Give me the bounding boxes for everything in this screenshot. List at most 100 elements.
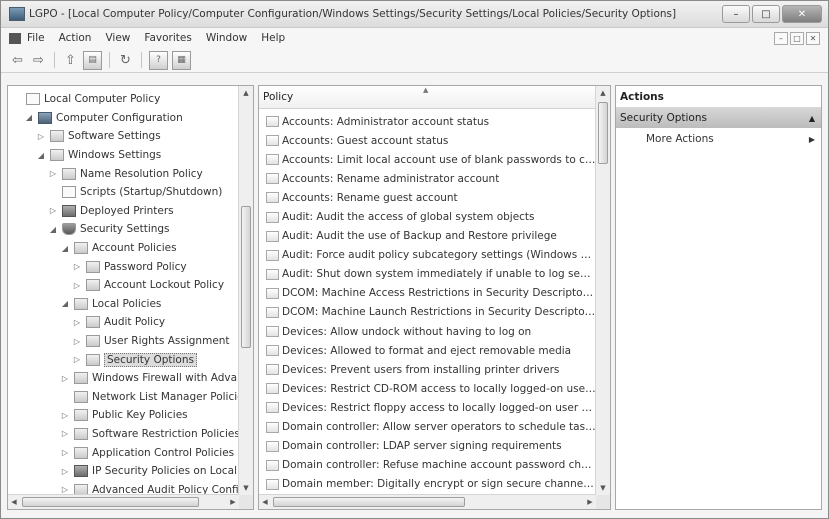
expand-toggle-icon[interactable]: ▷	[48, 206, 58, 215]
expand-toggle-icon[interactable]: ◢	[60, 244, 70, 253]
policy-row[interactable]: Devices: Restrict CD-ROM access to local…	[259, 379, 596, 398]
expand-toggle-icon[interactable]: ▷	[72, 318, 82, 327]
back-icon[interactable]: ⇦	[9, 52, 26, 69]
expand-toggle-icon[interactable]: ◢	[48, 225, 58, 234]
scroll-down-arrow-icon[interactable]: ▼	[596, 481, 610, 495]
tree-node[interactable]: ▷ User Rights Assignment	[8, 332, 239, 351]
tree-vertical-scrollbar[interactable]: ▲ ▼	[238, 86, 253, 495]
scroll-up-arrow-icon[interactable]: ▲	[239, 86, 253, 100]
policy-column-header[interactable]: Policy ▲	[259, 86, 596, 109]
policy-row[interactable]: Accounts: Administrator account status	[259, 112, 596, 131]
tree-node[interactable]: ▷ Windows Firewall with Advanced Security	[8, 369, 239, 388]
policy-row[interactable]: DCOM: Machine Launch Restrictions in Sec…	[259, 303, 596, 322]
list-vscroll-thumb[interactable]	[598, 102, 608, 164]
tree-node[interactable]: ◢ Security Settings	[8, 220, 239, 239]
expand-toggle-icon[interactable]: ◢	[60, 299, 70, 308]
tree-hscroll-thumb[interactable]	[22, 497, 199, 507]
policy-row[interactable]: Domain member: Digitally encrypt or sign…	[259, 475, 596, 494]
policy-row[interactable]: Domain controller: Allow server operator…	[259, 418, 596, 437]
close-button[interactable]: ✕	[782, 5, 822, 23]
maximize-button[interactable]: □	[752, 5, 780, 23]
forward-icon[interactable]: ⇨	[30, 52, 47, 69]
more-actions-item[interactable]: More Actions ▶	[616, 128, 821, 150]
expand-toggle-icon[interactable]: ▷	[72, 355, 82, 364]
tree-node[interactable]: ▷ Application Control Policies	[8, 443, 239, 462]
policy-row[interactable]: Devices: Allow undock without having to …	[259, 322, 596, 341]
help-icon[interactable]: ?	[149, 50, 168, 70]
menu-window[interactable]: Window	[206, 32, 247, 44]
policy-row[interactable]: Domain controller: Refuse machine accoun…	[259, 456, 596, 475]
scroll-left-arrow-icon[interactable]: ◀	[259, 495, 271, 509]
expand-toggle-icon[interactable]: ▷	[60, 467, 70, 476]
expand-toggle-icon[interactable]: ▷	[72, 281, 82, 290]
policy-row[interactable]: Accounts: Limit local account use of bla…	[259, 150, 596, 169]
tree-node[interactable]: Local Computer Policy	[8, 90, 239, 109]
scroll-down-arrow-icon[interactable]: ▼	[239, 481, 253, 495]
tree-vscroll-thumb[interactable]	[241, 206, 251, 348]
expand-toggle-icon[interactable]: ◢	[24, 113, 34, 122]
tree-node[interactable]: Scripts (Startup/Shutdown)	[8, 183, 239, 202]
tree-node[interactable]: ◢ Windows Settings	[8, 146, 239, 165]
policy-row[interactable]: Accounts: Guest account status	[259, 131, 596, 150]
list-hscroll-thumb[interactable]	[273, 497, 465, 507]
policy-row[interactable]: Audit: Shut down system immediately if u…	[259, 265, 596, 284]
expand-toggle-icon[interactable]: ▷	[60, 485, 70, 494]
expand-toggle-icon[interactable]: ▷	[60, 374, 70, 383]
policy-row[interactable]: Audit: Audit the access of global system…	[259, 207, 596, 226]
expand-toggle-icon[interactable]: ▷	[60, 448, 70, 457]
list-horizontal-scrollbar[interactable]: ◀ ▶	[259, 494, 596, 509]
tree-node[interactable]: ▷ Software Restriction Policies	[8, 425, 239, 444]
mdi-close-button[interactable]: ✕	[806, 31, 820, 45]
policy-row[interactable]: Audit: Force audit policy subcategory se…	[259, 246, 596, 265]
menu-help[interactable]: Help	[261, 32, 285, 44]
policy-row[interactable]: Domain controller: LDAP server signing r…	[259, 437, 596, 456]
tree-node[interactable]: ▷ Audit Policy	[8, 313, 239, 332]
scroll-up-arrow-icon[interactable]: ▲	[596, 86, 610, 100]
tree-node[interactable]: ◢ Computer Configuration	[8, 109, 239, 128]
mdi-minimize-button[interactable]: –	[774, 31, 788, 45]
menu-action[interactable]: Action	[59, 32, 92, 44]
title-bar[interactable]: LGPO - [Local Computer Policy/Computer C…	[1, 1, 828, 28]
scroll-left-arrow-icon[interactable]: ◀	[8, 495, 20, 509]
tree-node[interactable]: ◢ Local Policies	[8, 295, 239, 314]
policy-row[interactable]: Devices: Allowed to format and eject rem…	[259, 341, 596, 360]
policy-row[interactable]: Devices: Restrict floppy access to local…	[259, 398, 596, 417]
scroll-right-arrow-icon[interactable]: ▶	[584, 495, 596, 509]
menu-favorites[interactable]: Favorites	[144, 32, 191, 44]
list-vertical-scrollbar[interactable]: ▲ ▼	[595, 86, 610, 495]
tree-node[interactable]: ▷ Account Lockout Policy	[8, 276, 239, 295]
menu-view[interactable]: View	[105, 32, 130, 44]
tree-node[interactable]: ▷ Password Policy	[8, 257, 239, 276]
expand-toggle-icon[interactable]: ▷	[72, 337, 82, 346]
minimize-button[interactable]: –	[722, 5, 750, 23]
tree-node[interactable]: ◢ Account Policies	[8, 239, 239, 258]
expand-toggle-icon[interactable]: ◢	[36, 151, 46, 160]
console-tree-icon[interactable]: ▦	[172, 50, 191, 70]
tree-node[interactable]: ▷Advanced Audit Policy Configuration	[8, 480, 239, 495]
up-folder-icon[interactable]: ⇧	[62, 52, 79, 69]
menu-file[interactable]: File	[27, 32, 45, 44]
tree-node[interactable]: ▷ Public Key Policies	[8, 406, 239, 425]
mdi-restore-button[interactable]: □	[790, 31, 804, 45]
expand-toggle-icon[interactable]: ▷	[60, 411, 70, 420]
policy-row[interactable]: Audit: Audit the use of Backup and Resto…	[259, 227, 596, 246]
console-menu-icon[interactable]	[9, 32, 21, 44]
expand-toggle-icon[interactable]: ▷	[60, 429, 70, 438]
policy-row[interactable]: Devices: Prevent users from installing p…	[259, 360, 596, 379]
tree-node[interactable]: ▷ IP Security Policies on Local Computer	[8, 462, 239, 481]
tree-node[interactable]: ▷ Software Settings	[8, 127, 239, 146]
tree-node[interactable]: ▷ Name Resolution Policy	[8, 164, 239, 183]
policy-row[interactable]: DCOM: Machine Access Restrictions in Sec…	[259, 284, 596, 303]
policy-row[interactable]: Accounts: Rename administrator account	[259, 169, 596, 188]
tree-horizontal-scrollbar[interactable]: ◀ ▶	[8, 494, 239, 509]
refresh-icon[interactable]: ↻	[117, 52, 134, 69]
actions-section-security-options[interactable]: Security Options ▲	[616, 108, 821, 128]
tree-node[interactable]: ▷ Deployed Printers	[8, 202, 239, 221]
collapse-caret-icon[interactable]: ▲	[809, 114, 815, 123]
expand-toggle-icon[interactable]: ▷	[48, 169, 58, 178]
scroll-right-arrow-icon[interactable]: ▶	[227, 495, 239, 509]
expand-toggle-icon[interactable]: ▷	[36, 132, 46, 141]
tree-node[interactable]: ▷ Security Options	[8, 350, 239, 369]
show-hide-tree-icon[interactable]: ▤	[83, 50, 102, 70]
policy-row[interactable]: Accounts: Rename guest account	[259, 188, 596, 207]
